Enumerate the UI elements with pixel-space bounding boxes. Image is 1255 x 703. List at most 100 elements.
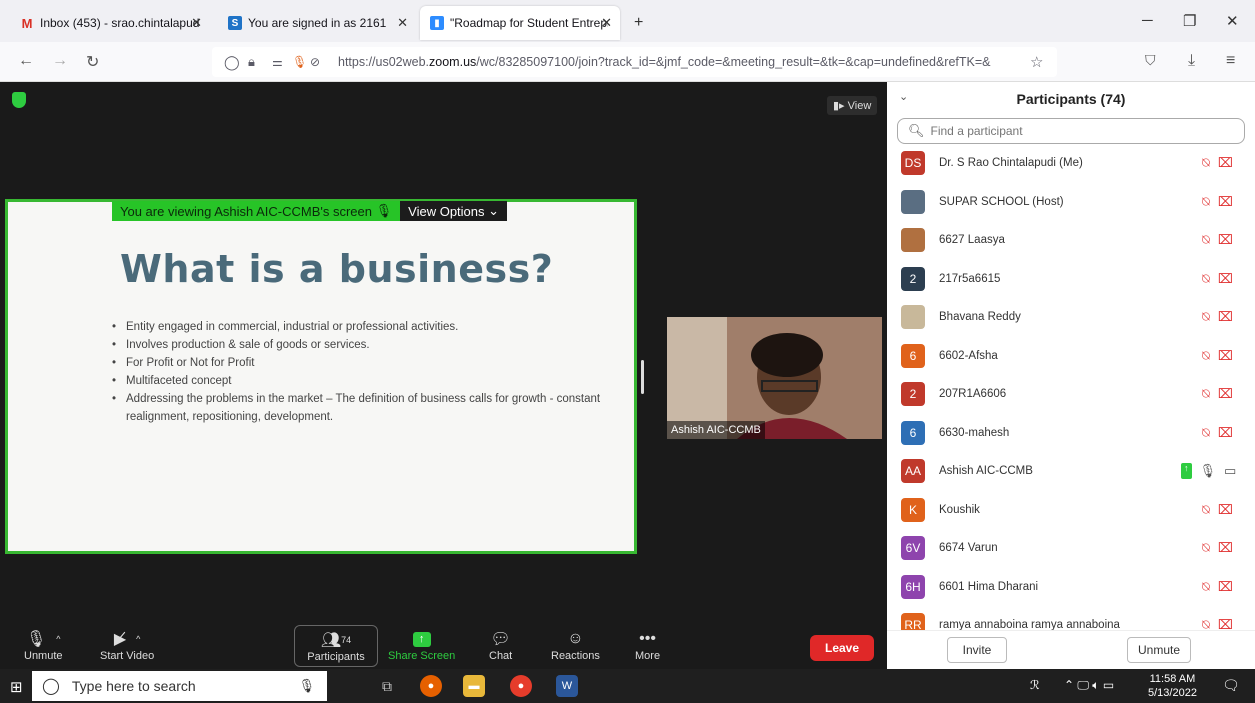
slide-bullet: Multifaceted concept <box>110 372 610 390</box>
close-window-icon[interactable]: ✕ <box>1226 12 1239 30</box>
participant-name: SUPAR SCHOOL (Host) <box>939 195 1064 208</box>
unmute-all-button[interactable]: Unmute <box>1127 637 1191 663</box>
share-screen-button[interactable]: ↑ Share Screen <box>388 628 455 662</box>
restore-icon[interactable]: ❐ <box>1183 12 1196 30</box>
muted-mic-icon: ⍉ <box>1202 232 1210 247</box>
panel-title: Participants (74) <box>1016 91 1126 107</box>
back-icon[interactable]: ← <box>18 52 34 70</box>
avatar: 6V <box>901 536 925 560</box>
participant-row[interactable]: SUPAR SCHOOL (Host) ⍉ ⌧ <box>887 183 1255 221</box>
participant-name: 6602-Afsha <box>939 349 998 362</box>
taskbar-clock[interactable]: 11:58 AM 5/13/2022 <box>1148 672 1197 700</box>
bookmark-star-icon[interactable]: ☆ <box>1030 53 1043 71</box>
view-button[interactable]: ▮▸ View <box>827 96 878 115</box>
avatar <box>901 305 925 329</box>
avatar: 6 <box>901 420 925 445</box>
firefox-icon[interactable]: ● <box>420 675 442 697</box>
participants-button[interactable]: 👥︎ 74 Participants <box>294 625 378 667</box>
participant-row[interactable]: K Koushik ⍉ ⌧ <box>887 491 1255 529</box>
tab-zoom[interactable]: ▮ "Roadmap for Student Entrepre ✕ <box>420 6 620 40</box>
participant-video[interactable]: Ashish AIC-CCMB <box>667 317 882 439</box>
resize-handle[interactable] <box>641 360 644 394</box>
video-off-icon: ⌧ <box>1217 501 1233 517</box>
participant-name: Bhavana Reddy <box>939 311 1021 323</box>
search-input[interactable] <box>930 124 1231 138</box>
taskbar-search[interactable]: ◯ Type here to search 🎙︎ <box>32 671 327 701</box>
close-icon[interactable]: ✕ <box>397 15 408 31</box>
mic-icon: 🎙︎ <box>1199 463 1217 478</box>
more-button[interactable]: ••• More <box>635 628 660 662</box>
people-icon[interactable]: ℛ <box>1030 678 1040 692</box>
tab-signed-in[interactable]: S You are signed in as 2161 ✕ <box>218 6 416 40</box>
windows-start-icon[interactable]: ⊞ <box>10 678 23 696</box>
participant-row[interactable]: 6V 6674 Varun ⍉ ⌧ <box>887 529 1255 567</box>
file-explorer-icon[interactable]: ▬ <box>463 675 485 697</box>
chat-button[interactable]: 💬︎ Chat <box>489 628 512 662</box>
task-view-icon[interactable]: ⧉ <box>376 675 398 697</box>
avatar: 6H <box>901 574 925 599</box>
participant-name: 6674 Varun <box>939 542 998 554</box>
participant-row[interactable]: 2 217r5a6615 ⍉ ⌧ <box>887 260 1255 298</box>
microphone-icon[interactable]: 🎙︎ <box>292 55 307 69</box>
close-icon[interactable]: ✕ <box>191 15 202 31</box>
participant-row[interactable]: 6H 6601 Hima Dharani ⍉ ⌧ <box>887 568 1255 606</box>
start-video-button[interactable]: ▶̸ ^ Start Video <box>100 628 154 662</box>
chrome-icon[interactable]: ● <box>510 675 532 697</box>
url-text: https://us02web.zoom.us/wc/83285097100/j… <box>338 55 991 69</box>
participant-row[interactable]: 6 6630-mahesh ⍉ ⌧ <box>887 414 1255 452</box>
participant-name: 6630-mahesh <box>939 426 1010 439</box>
invite-button[interactable]: Invite <box>947 637 1007 663</box>
pocket-icon[interactable]: ⛉ <box>1145 52 1156 69</box>
video-off-icon: ⌧ <box>1217 540 1233 555</box>
reload-icon[interactable]: ↻ <box>86 52 99 72</box>
download-icon[interactable]: ⤓ <box>1188 52 1195 70</box>
permissions-icon[interactable]: ⚌ <box>272 55 283 69</box>
more-icon: ••• <box>639 630 656 647</box>
participant-name: 6601 Hima Dharani <box>939 580 1039 593</box>
microphone-icon[interactable]: 🎙︎ <box>298 678 315 694</box>
slide-title: What is a business? <box>120 247 554 291</box>
unmute-button[interactable]: 🎙︎ ^ Unmute <box>24 628 63 662</box>
tab-label: You are signed in as 2161 <box>248 16 387 30</box>
close-icon[interactable]: ✕ <box>601 15 612 31</box>
reactions-icon: ☺︎ <box>567 630 584 647</box>
forward-icon[interactable]: → <box>52 52 68 70</box>
cortana-icon: ◯ <box>42 678 60 695</box>
security-shield-icon[interactable] <box>12 92 26 108</box>
system-tray-icons[interactable]: ⌃ 🖵︎ 🔈︎ ▭ <box>1064 678 1114 693</box>
meeting-area: ▮▸ View You are viewing Ashish AIC-CCMB'… <box>0 82 887 624</box>
view-icon: ▮▸ <box>833 100 845 112</box>
leave-button[interactable]: Leave <box>810 635 874 661</box>
participants-panel: ⌄ Participants (74) 🔍︎ DSDr. S Rao Chint… <box>887 82 1255 669</box>
video-off-icon: ⌧ <box>1217 193 1233 209</box>
participants-icon: 👥︎ 74 <box>320 632 352 649</box>
new-tab-button[interactable]: + <box>634 14 643 32</box>
participant-row[interactable]: 2 207R1A6606 ⍉ ⌧ <box>887 375 1255 413</box>
participant-row[interactable]: 6627 Laasya ⍉ ⌧ <box>887 221 1255 259</box>
video-off-icon: ⌧ <box>1217 309 1233 324</box>
minimize-icon[interactable]: ─ <box>1142 12 1153 29</box>
video-off-icon: ⌧ <box>1217 347 1233 363</box>
participant-row[interactable]: Bhavana Reddy ⍉ ⌧ <box>887 298 1255 336</box>
participant-row[interactable]: AA Ashish AIC-CCMB ↑ 🎙︎ ▭ <box>887 452 1255 490</box>
tab-label: Inbox (453) - srao.chintalapudi@ <box>40 16 200 30</box>
video-icon: ▭ <box>1224 463 1237 478</box>
notifications-icon[interactable]: 🗨︎ <box>1222 677 1240 694</box>
view-label: View <box>847 100 872 112</box>
address-bar[interactable]: ◯ 🔒︎ ⚌ 🎙︎ ⊘ https://us02web.zoom.us/wc/8… <box>212 47 1057 77</box>
participant-name: 217r5a6615 <box>939 272 1001 285</box>
lock-icon: 🔒︎ <box>248 54 255 69</box>
reactions-button[interactable]: ☺︎ Reactions <box>551 628 600 662</box>
participant-name: Ashish AIC-CCMB <box>939 465 1033 477</box>
menu-icon[interactable]: ≡ <box>1226 52 1235 70</box>
windows-taskbar: ⊞ ◯ Type here to search 🎙︎ ⧉ ● ▬ ● W ℛ ⌃… <box>0 669 1255 703</box>
participant-row[interactable]: 6 6602-Afsha ⍉ ⌧ <box>887 337 1255 375</box>
word-icon[interactable]: W <box>556 675 578 697</box>
participant-search[interactable]: 🔍︎ <box>897 118 1245 144</box>
tab-gmail[interactable]: M Inbox (453) - srao.chintalapudi@ ✕ <box>10 6 210 40</box>
participant-row[interactable]: DS Dr. S Rao Chintalapudi (Me) ⍉ ⌧ <box>887 144 1255 182</box>
muted-mic-icon: ⍉ <box>1202 386 1210 401</box>
camera-blocked-icon[interactable]: ⊘ <box>310 55 320 69</box>
meeting-toolbar: 🎙︎ ^ Unmute ▶̸ ^ Start Video 👥︎ 74 Particip… <box>0 624 887 669</box>
view-options-button[interactable]: View Options ⌄ <box>400 201 508 221</box>
